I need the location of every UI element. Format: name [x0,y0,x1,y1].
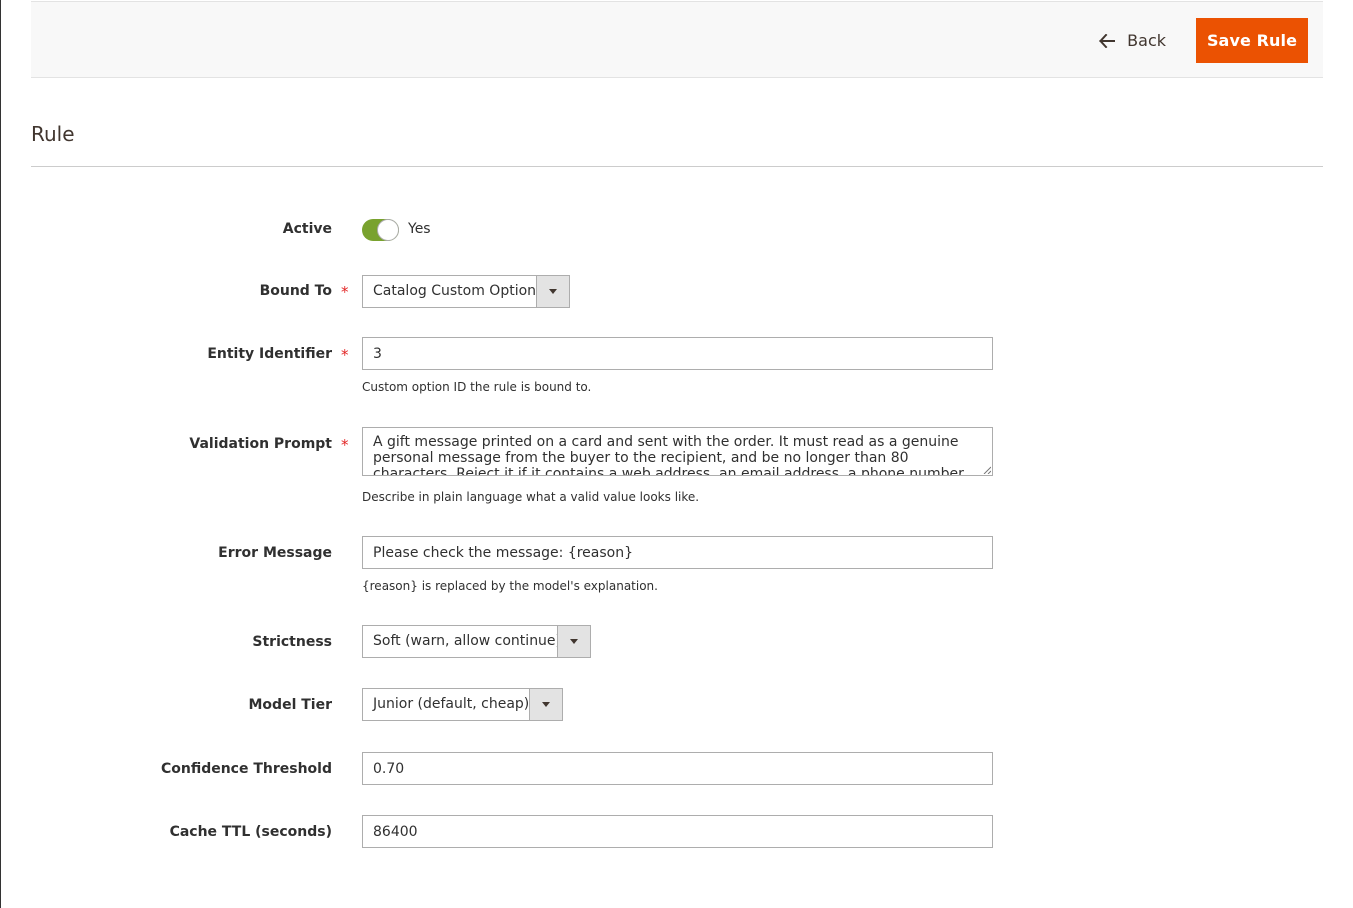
select-toggle [529,689,562,720]
arrow-left-icon [1099,33,1116,48]
bound-to-label: Bound To [259,283,332,299]
bound-to-select[interactable]: Catalog Custom Option [362,275,570,308]
required-star: * [341,283,349,301]
entity-identifier-note: Custom option ID the rule is bound to. [362,380,592,394]
section-title: Rule [31,122,75,146]
toggle-knob [377,219,399,241]
required-star: * [341,436,349,454]
chevron-down-icon [542,702,550,707]
error-message-note: {reason} is replaced by the model's expl… [362,579,658,593]
entity-identifier-label: Entity Identifier [207,346,332,362]
strictness-value: Soft (warn, allow continue) [373,633,562,649]
error-message-input[interactable] [362,536,993,569]
entity-identifier-input[interactable] [362,337,993,370]
strictness-label: Strictness [252,634,332,650]
chevron-down-icon [549,289,557,294]
page-actions-bar: Back Save Rule [31,1,1323,78]
validation-prompt-text: A gift message printed on a card and sen… [373,434,969,476]
error-message-label: Error Message [218,545,332,561]
resize-grip-icon[interactable] [983,466,991,474]
page-left-border [0,0,1,908]
model-tier-value: Junior (default, cheap) [373,696,530,712]
model-tier-select[interactable]: Junior (default, cheap) [362,688,563,721]
back-button-label: Back [1127,31,1166,50]
validation-prompt-label: Validation Prompt [189,436,332,452]
back-button[interactable]: Back [1083,18,1182,63]
validation-prompt-note: Describe in plain language what a valid … [362,490,700,504]
chevron-down-icon [570,639,578,644]
confidence-threshold-label: Confidence Threshold [160,761,332,777]
active-label: Active [282,221,332,237]
select-toggle [557,626,590,657]
model-tier-label: Model Tier [248,697,333,713]
active-toggle-text: Yes [408,221,431,237]
select-toggle [536,276,569,307]
validation-prompt-textarea[interactable]: A gift message printed on a card and sen… [362,427,993,476]
active-toggle[interactable] [362,219,399,241]
cache-ttl-input[interactable] [362,815,993,848]
save-rule-button[interactable]: Save Rule [1196,18,1308,63]
required-star: * [341,346,349,364]
section-divider [31,166,1323,167]
bound-to-value: Catalog Custom Option [373,283,537,299]
strictness-select[interactable]: Soft (warn, allow continue) [362,625,591,658]
cache-ttl-label: Cache TTL (seconds) [169,824,332,840]
confidence-threshold-input[interactable] [362,752,993,785]
